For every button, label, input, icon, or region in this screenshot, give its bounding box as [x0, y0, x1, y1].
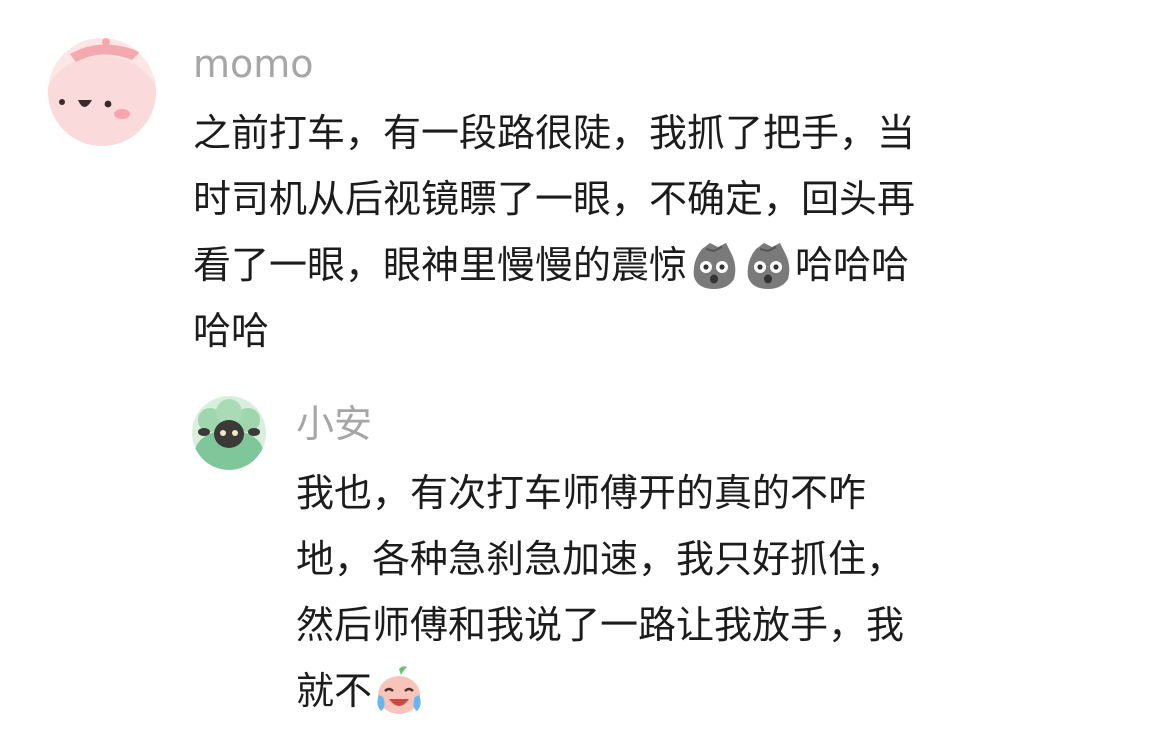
- user-avatar-xiaoan[interactable]: [192, 396, 266, 470]
- comment-line-text: 看了一眼，眼神里慢慢的震惊: [193, 243, 688, 287]
- username-momo[interactable]: momo: [193, 38, 314, 90]
- comment-line: 哈哈: [193, 309, 270, 353]
- comment-line-text: 哈哈哈: [795, 243, 910, 287]
- comment-line: 时司机从后视镜瞟了一眼，不确定，回头再: [193, 177, 916, 221]
- green-sheep-avatar-icon: [192, 396, 266, 470]
- comment-line: 之前打车，有一段路很陡，我抓了把手，当: [193, 111, 916, 155]
- reply-text-xiaoan: 我也，有次打车师傅开的真的不咋 地，各种急刹急加速，我只好抓住， 然后师傅和我说…: [296, 460, 904, 724]
- shocked-rock-emoji-icon: [742, 239, 794, 291]
- comment-line: 地，各种急刹急加速，我只好抓住，: [296, 537, 905, 581]
- crying-laughing-peach-emoji-icon: [373, 665, 425, 717]
- shocked-rock-emoji-icon: [688, 239, 740, 291]
- username-xiaoan[interactable]: 小安: [296, 398, 372, 450]
- pink-blob-avatar-icon: [48, 38, 156, 146]
- comment-line-text: 就不: [296, 669, 373, 713]
- comment-line: 看了一眼，眼神里慢慢的震惊 哈哈哈: [193, 232, 915, 298]
- user-avatar-momo[interactable]: [48, 38, 156, 146]
- comment-line: 就不: [296, 658, 904, 724]
- comment-line: 然后师傅和我说了一路让我放手，我: [296, 603, 905, 647]
- comment-text-momo: 之前打车，有一段路很陡，我抓了把手，当 时司机从后视镜瞟了一眼，不确定，回头再 …: [193, 100, 915, 364]
- comment-line: 我也，有次打车师傅开的真的不咋: [296, 471, 867, 515]
